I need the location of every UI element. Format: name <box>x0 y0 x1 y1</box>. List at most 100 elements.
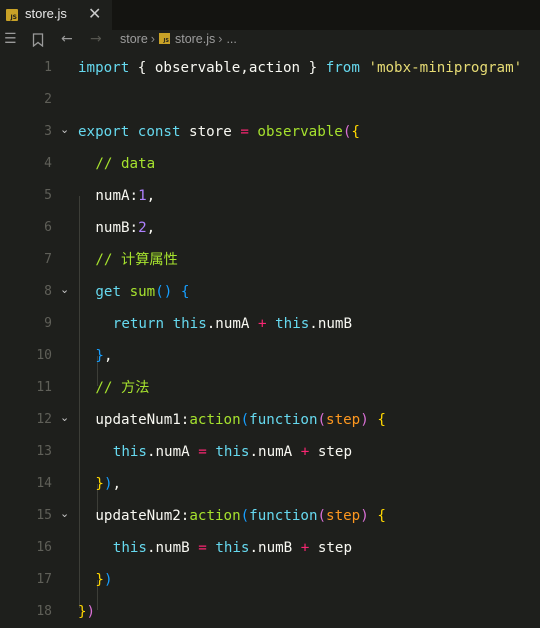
code-text: numB:2, <box>95 212 155 244</box>
line-number: 3 <box>44 124 52 139</box>
code-text: // 方法 <box>95 372 149 404</box>
line-number: 9 <box>44 316 52 331</box>
code-token: // data <box>95 156 156 172</box>
code-line[interactable]: 6 numB:2, <box>0 212 540 244</box>
code-line[interactable]: 8 ⌄ get sum() { <box>0 276 540 308</box>
code-token: ) <box>360 412 369 428</box>
code-token: .numA <box>249 444 301 460</box>
line-number: 14 <box>36 476 52 491</box>
code-token: action <box>189 412 241 428</box>
code-line[interactable]: 13 this.numA = this.numA + step <box>0 436 540 468</box>
code-token: + <box>300 540 310 556</box>
code-token: // 计算属性 <box>95 252 178 268</box>
code-token: action <box>189 508 241 524</box>
line-number: 5 <box>44 188 52 203</box>
code-token: step <box>326 412 361 428</box>
code-token: .numB <box>249 540 301 556</box>
code-text: // 计算属性 <box>95 244 177 276</box>
code-token: step <box>309 540 352 556</box>
code-token: ) <box>103 572 113 588</box>
code-token: updateNum2: <box>95 508 190 524</box>
code-token: return <box>112 316 165 332</box>
tab-bar: JS store.js ✕ <box>0 0 540 30</box>
code-text: updateNum1:action(function(step) { <box>95 404 385 436</box>
code-token: this <box>215 444 250 460</box>
code-token: , <box>103 348 113 364</box>
close-icon[interactable]: ✕ <box>88 4 101 23</box>
code-line[interactable]: 12 ⌄ updateNum1:action(function(step) { <box>0 404 540 436</box>
code-line[interactable]: 16 this.numB = this.numB + step <box>0 532 540 564</box>
line-number: 12 <box>36 412 52 427</box>
code-line[interactable]: 9 return this.numA + this.numB <box>0 308 540 340</box>
code-token: const <box>137 124 181 140</box>
code-token: , <box>146 188 156 204</box>
code-text: import { observable,action } from 'mobx-… <box>78 52 522 84</box>
back-arrow-icon[interactable]: ← <box>61 31 73 47</box>
code-token: 'mobx-miniprogram' <box>368 60 523 76</box>
code-token: , <box>146 220 156 236</box>
breadcrumb-file[interactable]: store.js <box>175 32 215 46</box>
code-token: function <box>249 508 318 524</box>
code-token: .numB <box>309 316 352 332</box>
code-line[interactable]: 17}) <box>0 564 540 596</box>
code-token: ( <box>317 412 327 428</box>
code-line[interactable]: 4 // data <box>0 148 540 180</box>
code-text: this.numA = this.numA + step <box>113 436 352 468</box>
code-token: step <box>326 508 361 524</box>
line-number: 10 <box>36 348 52 363</box>
code-line[interactable]: 2 <box>0 84 540 116</box>
code-editor[interactable]: 1 import { observable,action } from 'mobx… <box>0 52 540 626</box>
line-number: 4 <box>44 156 52 171</box>
breadcrumb: store › JS store.js ›... <box>120 32 237 46</box>
code-token: get <box>95 284 122 300</box>
code-line[interactable]: 14}), <box>0 468 540 500</box>
js-file-icon: JS <box>6 9 18 21</box>
code-line[interactable]: 15 ⌄ updateNum2:action(function(step) { <box>0 500 540 532</box>
code-token: export <box>78 124 130 140</box>
code-line[interactable]: 18}) <box>0 596 540 628</box>
tab-label: store.js <box>25 6 67 21</box>
code-token: } <box>95 572 104 588</box>
code-token: = <box>240 124 249 140</box>
code-text: numA:1, <box>95 180 155 212</box>
fold-chevron-icon[interactable]: ⌄ <box>60 411 69 424</box>
code-text: export const store = observable({ <box>78 116 360 148</box>
code-token: numB: <box>95 220 139 236</box>
forward-arrow-icon[interactable]: → <box>90 31 102 47</box>
code-line[interactable]: 11 // 方法 <box>0 372 540 404</box>
code-token: 1 <box>138 188 147 204</box>
tab-store-js[interactable]: JS store.js ✕ <box>0 0 112 30</box>
breadcrumb-tail[interactable]: ... <box>226 32 236 46</box>
outline-icon[interactable]: ☰ <box>4 31 17 47</box>
fold-chevron-icon[interactable]: ⌄ <box>60 283 69 296</box>
code-token: } <box>95 476 104 492</box>
code-text: }) <box>95 564 112 596</box>
fold-chevron-icon[interactable]: ⌄ <box>60 507 69 520</box>
code-token: = <box>198 444 207 460</box>
code-line[interactable]: 5 numA:1, <box>0 180 540 212</box>
bookmark-icon[interactable] <box>32 32 44 51</box>
code-token: updateNum1: <box>95 412 190 428</box>
code-line[interactable]: 3 ⌄ export const store = observable({ <box>0 116 540 148</box>
code-token: this <box>172 316 207 332</box>
code-token: step <box>309 444 352 460</box>
line-number: 2 <box>44 92 52 107</box>
code-token: = <box>198 540 207 556</box>
code-text: get sum() { <box>95 276 189 308</box>
code-line[interactable]: 7 // 计算属性 <box>0 244 540 276</box>
line-number: 18 <box>36 604 52 619</box>
breadcrumb-folder[interactable]: store <box>120 32 148 46</box>
code-line[interactable]: 10}, <box>0 340 540 372</box>
js-file-icon: JS <box>158 33 170 44</box>
line-number: 7 <box>44 252 52 267</box>
code-text: }) <box>78 596 95 628</box>
code-token: store <box>180 124 241 140</box>
code-token: this <box>215 540 250 556</box>
code-token: { <box>180 284 190 300</box>
code-token: 2 <box>138 220 147 236</box>
code-token: this <box>275 316 310 332</box>
code-text: updateNum2:action(function(step) { <box>95 500 385 532</box>
fold-chevron-icon[interactable]: ⌄ <box>60 123 69 136</box>
code-line[interactable]: 1 import { observable,action } from 'mobx… <box>0 52 540 84</box>
